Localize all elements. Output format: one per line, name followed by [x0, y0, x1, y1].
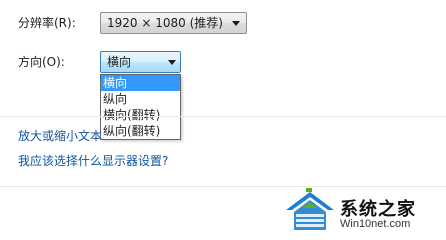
orientation-options-list: 横向 纵向 横向(翻转) 纵向(翻转) [100, 74, 181, 140]
bottom-divider [0, 186, 446, 187]
resolution-value: 1920 × 1080 (推荐) [107, 16, 223, 30]
orientation-option-landscape-flipped[interactable]: 横向(翻转) [101, 107, 180, 123]
house-logo-icon [286, 188, 334, 230]
display-settings-help-link[interactable]: 我应该选择什么显示器设置? [18, 154, 168, 168]
watermark-url: Win10net.com [340, 218, 411, 230]
resolution-dropdown[interactable]: 1920 × 1080 (推荐) [100, 12, 247, 34]
resolution-label: 分辨率(R): [18, 16, 76, 30]
orientation-option-landscape[interactable]: 横向 [101, 75, 180, 91]
orientation-label: 方向(O): [18, 55, 65, 69]
orientation-dropdown[interactable]: 横向 [100, 51, 181, 73]
orientation-option-portrait[interactable]: 纵向 [101, 91, 180, 107]
section-divider [0, 116, 446, 117]
orientation-value: 横向 [107, 55, 132, 69]
text-size-link[interactable]: 放大或缩小文本 [18, 129, 102, 143]
chevron-down-icon [232, 21, 240, 26]
orientation-option-portrait-flipped[interactable]: 纵向(翻转) [101, 123, 180, 139]
chevron-down-icon [168, 60, 176, 65]
